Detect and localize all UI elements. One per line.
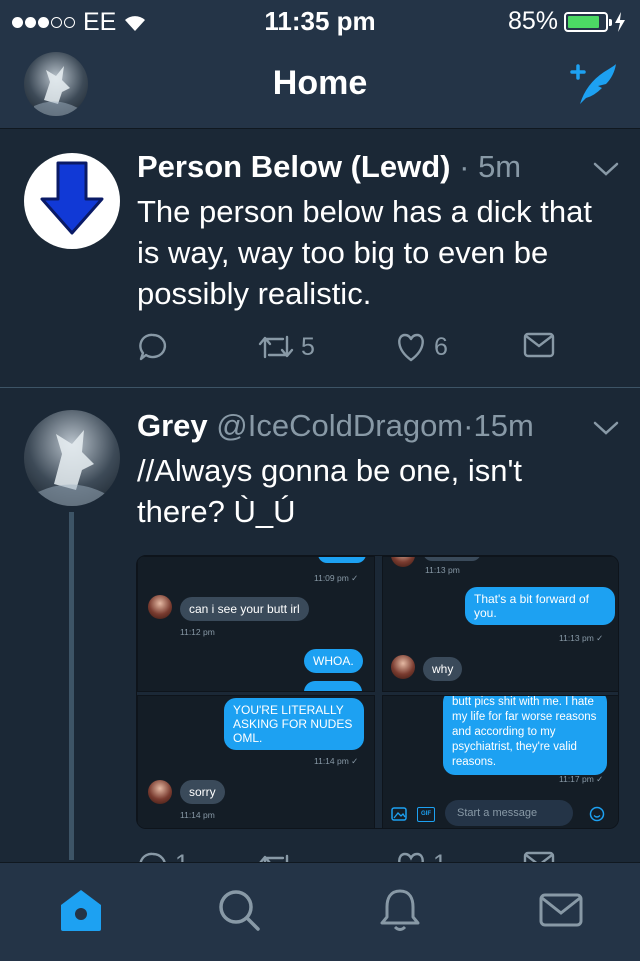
tweet-avatar[interactable]: [24, 410, 120, 506]
message-time: 11:14 pm: [180, 810, 215, 820]
thread-line: [69, 512, 74, 860]
messages-tab-icon[interactable]: [536, 885, 586, 935]
message-bubble: WHOA.: [304, 649, 363, 673]
contact-avatar: [148, 595, 172, 619]
message-bubble: butt pics shit with me. I hate my life f…: [443, 696, 607, 775]
message-button[interactable]: [523, 331, 555, 359]
compose-tweet-icon[interactable]: [564, 60, 618, 108]
contact-avatar: [391, 557, 415, 567]
retweet-icon[interactable]: [257, 850, 295, 862]
message-bubble: That's a bit forward of you.: [465, 587, 615, 625]
home-tab-icon[interactable]: [56, 885, 106, 935]
message-time: 11:17 pm ✓: [559, 774, 604, 784]
like-count: 1: [433, 850, 447, 862]
author-handle[interactable]: @IceColdDragom: [216, 408, 463, 443]
top-nav-bar: Home: [0, 40, 640, 129]
media-image[interactable]: 11:09 pm ✓ can i see your butt irl 11:12…: [137, 556, 375, 692]
page-title: Home: [272, 64, 368, 102]
retweet-button[interactable]: 5: [257, 331, 315, 363]
contact-avatar: [148, 780, 172, 804]
emoji-icon[interactable]: [589, 806, 605, 822]
like-button[interactable]: 6: [394, 331, 448, 363]
media-image[interactable]: YOU'RE LITERALLY ASKING FOR NUDES OML. 1…: [137, 695, 375, 828]
tweet-text: The person below has a dick that is way,…: [137, 194, 592, 311]
reply-count: 1: [175, 850, 189, 862]
message-bubble: [304, 681, 362, 691]
separator: ·: [463, 408, 474, 443]
media-image[interactable]: butt pics shit with me. I hate my life f…: [382, 695, 618, 828]
contact-avatar: [391, 655, 415, 679]
like-count: 6: [434, 332, 448, 361]
reply-button[interactable]: [137, 331, 169, 363]
dragon-avatar-icon: [38, 430, 106, 506]
battery-percent: 85%: [507, 7, 558, 35]
message-bubble: sorry: [180, 780, 225, 804]
chevron-down-icon[interactable]: [592, 418, 620, 438]
author-name[interactable]: Person Below (Lewd): [137, 149, 450, 184]
notifications-tab-icon[interactable]: [375, 885, 425, 935]
message-bubble: [318, 557, 366, 563]
charging-bolt-icon: [615, 11, 625, 32]
message-input[interactable]: Start a message: [445, 800, 573, 826]
tweet-actions: 1 1: [137, 846, 577, 862]
separator: ·: [459, 149, 470, 184]
message-time: 11:14 pm ✓: [314, 756, 359, 766]
message-bubble: can i see your butt irl: [180, 597, 309, 621]
envelope-icon[interactable]: [523, 850, 555, 862]
message-time: 11:09 pm ✓: [314, 573, 359, 583]
tweet-item[interactable]: Person Below (Lewd) · 5m The person belo…: [0, 129, 640, 388]
search-tab-icon[interactable]: [214, 885, 264, 935]
author-name[interactable]: Grey: [137, 408, 208, 443]
down-arrow-icon: [40, 161, 104, 235]
message-time: 11:13 pm ✓: [559, 633, 604, 643]
photo-icon[interactable]: [391, 806, 407, 822]
chevron-down-icon[interactable]: [592, 159, 620, 179]
retweet-icon: [258, 335, 294, 359]
tweet-avatar[interactable]: [24, 153, 120, 249]
tweet-header: Person Below (Lewd) · 5m: [137, 149, 521, 185]
tweet-time[interactable]: 15m: [473, 408, 533, 443]
media-image[interactable]: 11:13 pm That's a bit forward of you. 11…: [382, 556, 618, 692]
message-time: 11:13 pm: [425, 565, 460, 575]
heart-icon[interactable]: [394, 850, 428, 862]
tweet-actions: 5 6: [137, 331, 577, 371]
reply-icon[interactable]: [137, 850, 169, 862]
bottom-tab-bar: [0, 862, 640, 961]
message-bubble: YOU'RE LITERALLY ASKING FOR NUDES OML.: [224, 698, 364, 750]
tweet-media-grid[interactable]: 11:09 pm ✓ can i see your butt irl 11:12…: [136, 555, 619, 829]
battery-icon: [564, 11, 612, 32]
gif-icon[interactable]: GIF: [417, 807, 435, 822]
tweet-header: Grey @IceColdDragom·15m: [137, 408, 534, 444]
status-bar: EE 11:35 pm 85%: [0, 0, 640, 40]
reply-icon: [139, 333, 167, 361]
tweet-time[interactable]: 5m: [478, 149, 521, 184]
envelope-icon: [523, 332, 555, 358]
message-bubble: why: [423, 657, 463, 681]
message-bubble: [423, 557, 481, 561]
message-time: 11:12 pm: [180, 627, 215, 637]
retweet-count: 5: [301, 332, 315, 361]
heart-icon: [398, 333, 424, 362]
tweet-text: //Always gonna be one, isn't there? Ù_Ú: [137, 453, 523, 529]
